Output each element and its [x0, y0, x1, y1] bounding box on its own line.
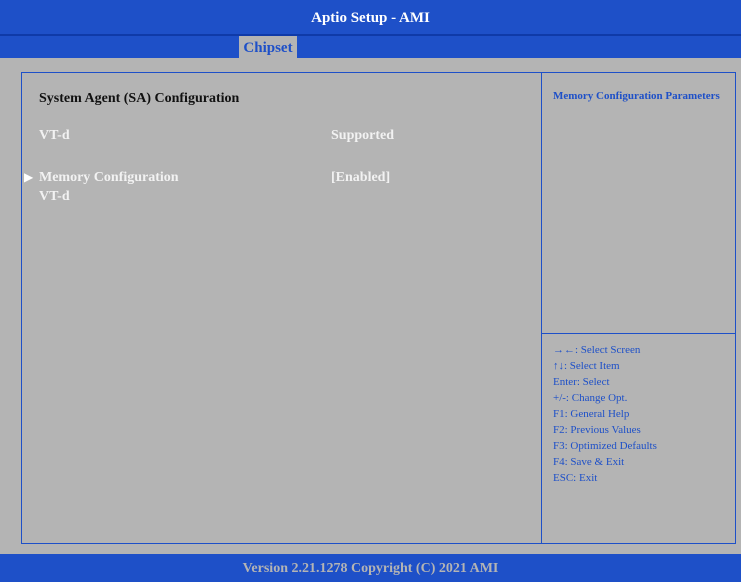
panel-divider — [541, 72, 542, 544]
help-description: Memory Configuration Parameters — [553, 90, 720, 102]
key-save-exit: F4: Save & Exit — [553, 456, 625, 468]
key-help-list: →←: Select Screen ↑↓: Select Item Enter:… — [553, 342, 657, 486]
window-title: Aptio Setup - AMI — [0, 0, 741, 34]
key-select-item: ↑↓: Select Item — [553, 360, 620, 372]
memory-configuration-item[interactable]: Memory Configuration — [39, 170, 179, 186]
key-change-opt: +/-: Change Opt. — [553, 392, 628, 404]
key-previous-values: F2: Previous Values — [553, 424, 641, 436]
key-enter: Enter: Select — [553, 376, 610, 388]
key-general-help: F1: General Help — [553, 408, 630, 420]
page-title: System Agent (SA) Configuration — [39, 91, 240, 106]
key-optimized-defaults: F3: Optimized Defaults — [553, 440, 657, 452]
tab-strip-divider — [0, 34, 741, 36]
tab-strip — [0, 34, 741, 58]
help-divider — [541, 333, 736, 334]
memory-configuration-value[interactable]: [Enabled] — [331, 170, 390, 186]
triangle-right-icon: ▶ — [24, 170, 34, 184]
vt-d-option[interactable]: VT-d — [39, 189, 70, 205]
version-footer: Version 2.21.1278 Copyright (C) 2021 AMI — [0, 556, 741, 578]
key-select-screen: →←: Select Screen — [553, 344, 641, 356]
tab-chipset[interactable]: Chipset — [239, 36, 297, 58]
vt-d-value: Supported — [331, 128, 395, 143]
vt-d-label: VT-d — [39, 128, 70, 143]
key-escape: ESC: Exit — [553, 472, 598, 484]
